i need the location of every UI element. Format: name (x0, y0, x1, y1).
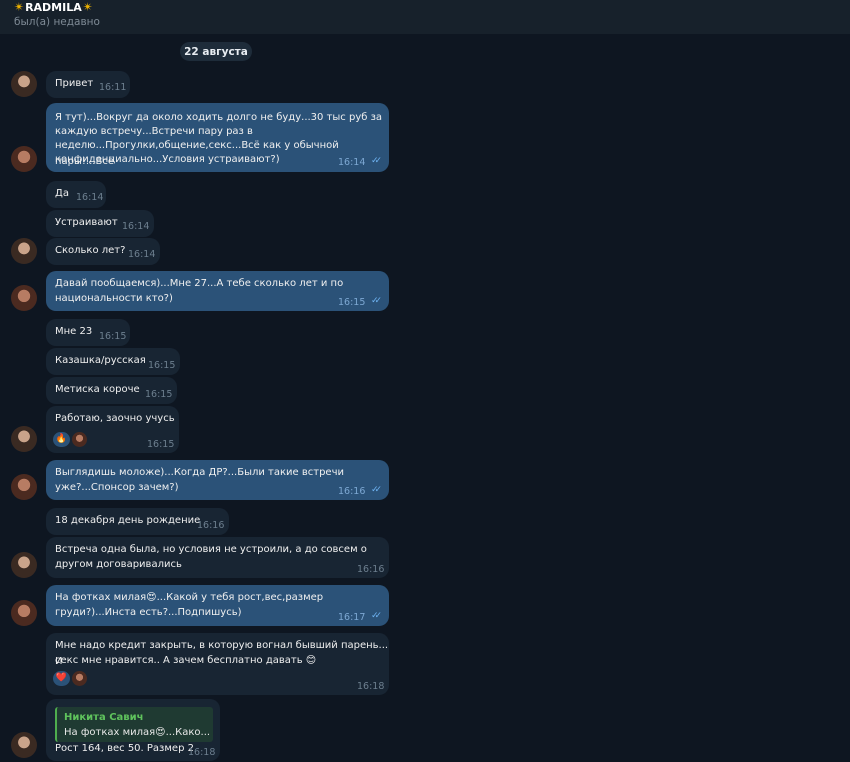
message-bubble[interactable]: На фотках милая😍...Какой у тебя рост,вес… (46, 585, 389, 626)
reply-preview[interactable]: Никита Савич На фотках милая😍...Како... (55, 707, 213, 742)
message-bubble[interactable]: Метиска короче 16:15 (46, 377, 177, 404)
message-bubble[interactable]: 18 декабря день рождение 16:16 (46, 508, 229, 535)
reactor-avatar (72, 671, 87, 686)
double-check-icon: ✓✓ (371, 485, 382, 495)
message-time: 16:15 (99, 331, 127, 342)
contact-name: RADMILA (25, 0, 82, 14)
message-time: 16:14 (122, 221, 150, 232)
avatar[interactable] (11, 285, 37, 311)
avatar[interactable] (11, 474, 37, 500)
last-seen-status: был(а) недавно (14, 16, 100, 28)
message-text: 18 декабря день рождение (55, 515, 201, 526)
message-bubble[interactable]: Мне 23 16:15 (46, 319, 130, 346)
message-bubble[interactable]: Работаю, заочно учусь 🔥 16:15 (46, 406, 179, 453)
message-text: Казашка/русская (55, 355, 146, 366)
message-time: 16:18 (188, 747, 216, 758)
message-time: 16:15 (147, 439, 175, 450)
message-time: 16:11 (99, 82, 127, 93)
message-text: Рост 164, вес 50. Размер 2 (55, 743, 194, 754)
star-icon: ✴ (14, 0, 25, 14)
reactor-avatar (72, 432, 87, 447)
avatar[interactable] (11, 552, 37, 578)
chat-title[interactable]: ✴ RADMILA ✴ (14, 0, 93, 14)
message-time: 16:15 (148, 360, 176, 371)
date-separator: 22 августа (180, 42, 252, 61)
message-bubble[interactable]: Мне надо кредит закрыть, в которую вогна… (46, 633, 389, 695)
double-check-icon: ✓✓ (371, 611, 382, 621)
reaction-bar[interactable]: ❤️ (53, 671, 87, 686)
double-check-icon: ✓✓ (371, 156, 382, 166)
message-text: Метиска короче (55, 384, 140, 395)
avatar[interactable] (11, 732, 37, 758)
reply-text: На фотках милая😍...Како... (64, 727, 211, 738)
message-time: 16:18 (357, 681, 385, 692)
message-text: другом договаривались (55, 559, 182, 570)
reaction-chip[interactable]: ❤️ (53, 671, 70, 686)
message-text: уже?...Спонсор зачем?) (55, 482, 179, 493)
message-bubble[interactable]: Казашка/русская 16:15 (46, 348, 180, 375)
message-time: 16:17 (338, 612, 366, 623)
message-bubble[interactable]: Давай пообщаемся)...Мне 27...А тебе скол… (46, 271, 389, 311)
message-bubble[interactable]: Да 16:14 (46, 181, 106, 208)
message-time: 16:15 (338, 297, 366, 308)
message-text: конфиденциально...Условия устраивают?) (55, 154, 280, 165)
message-bubble[interactable]: Выглядишь моложе)...Когда ДР?...Были так… (46, 460, 389, 500)
message-text: На фотках милая😍...Какой у тебя рост,вес… (55, 592, 324, 603)
avatar[interactable] (11, 146, 37, 172)
message-bubble[interactable]: Я тут)...Вокруг да около ходить долго не… (46, 103, 389, 172)
message-time: 16:15 (145, 389, 173, 400)
message-bubble[interactable]: Встреча одна была, но условия не устроил… (46, 537, 389, 578)
message-text: груди?)...Инста есть?...Подпишусь) (55, 607, 242, 618)
message-time: 16:16 (197, 520, 225, 531)
message-time: 16:14 (76, 192, 104, 203)
avatar[interactable] (11, 600, 37, 626)
message-text: Давай пообщаемся)...Мне 27...А тебе скол… (55, 278, 344, 289)
reply-author: Никита Савич (64, 712, 144, 723)
message-bubble[interactable]: Привет 16:11 (46, 71, 130, 98)
message-time: 16:16 (338, 486, 366, 497)
message-text: Привет (55, 78, 94, 89)
double-check-icon: ✓✓ (371, 296, 382, 306)
message-bubble[interactable]: Устраивают 16:14 (46, 210, 154, 237)
message-text: национальности кто?) (55, 293, 173, 304)
message-text: Встреча одна была, но условия не устроил… (55, 544, 367, 555)
reaction-bar[interactable]: 🔥 (53, 432, 87, 447)
message-text: Мне 23 (55, 326, 93, 337)
message-time: 16:14 (338, 157, 366, 168)
avatar[interactable] (11, 238, 37, 264)
message-time: 16:14 (128, 249, 156, 260)
message-list[interactable]: 22 августа Привет 16:11 Я тут)...Вокруг … (0, 34, 850, 762)
avatar[interactable] (11, 71, 37, 97)
message-time: 16:16 (357, 564, 385, 575)
message-bubble[interactable]: Никита Савич На фотках милая😍...Како... … (46, 699, 220, 761)
message-text: Да (55, 188, 69, 199)
message-text: секс мне нравится.. А зачем бесплатно да… (55, 655, 317, 666)
message-text: Сколько лет? (55, 245, 126, 256)
reaction-chip[interactable]: 🔥 (53, 432, 70, 447)
star-icon: ✴ (82, 0, 93, 14)
message-text: Работаю, заочно учусь (55, 413, 175, 424)
message-text: Устраивают (55, 217, 118, 228)
avatar[interactable] (11, 426, 37, 452)
message-text: Выглядишь моложе)...Когда ДР?...Были так… (55, 467, 344, 478)
message-bubble[interactable]: Сколько лет? 16:14 (46, 238, 160, 265)
chat-header: ✴ RADMILA ✴ был(а) недавно (0, 0, 850, 34)
